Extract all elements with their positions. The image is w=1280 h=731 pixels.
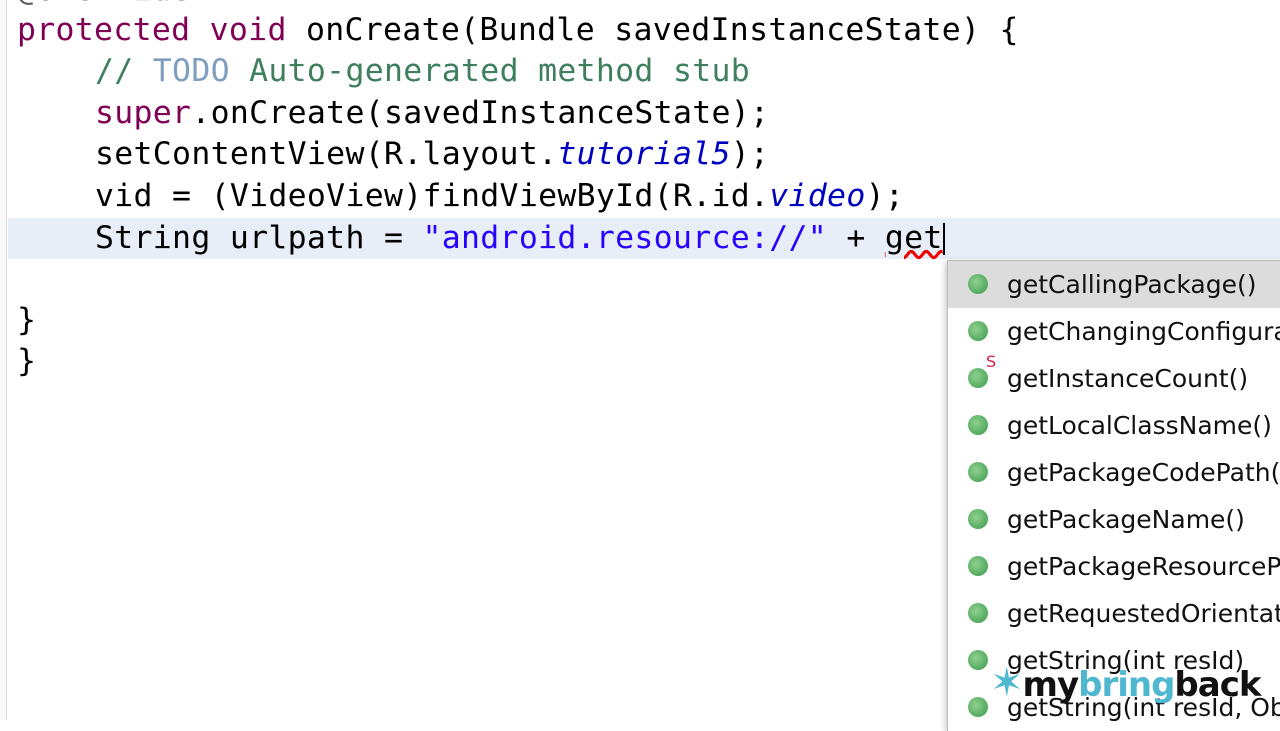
code-text: .onCreate(savedInstanceState);: [191, 95, 770, 131]
code-line-5: vid = (VideoView)findViewById(R.id.video…: [95, 176, 904, 217]
keyword: super: [95, 95, 192, 131]
code-text: );: [865, 178, 905, 214]
public-method-icon: [968, 368, 988, 388]
item-label: getChangingConfigurations(): [1007, 317, 1280, 346]
public-method-icon: [968, 462, 988, 482]
code-text: setContentView(R.layout.: [95, 136, 558, 172]
public-method-icon: [968, 697, 988, 717]
field-ref: video: [769, 178, 866, 214]
field-ref: tutorial5: [557, 136, 731, 172]
public-method-icon: [968, 415, 988, 435]
autocomplete-item[interactable]: getCallingPackage(): [948, 261, 1280, 308]
code-line-4: setContentView(R.layout.tutorial5);: [95, 134, 769, 175]
item-label: getPackageCodePath(): [1007, 458, 1280, 487]
public-method-icon: [968, 603, 988, 623]
comment: Auto-generated method stub: [229, 53, 751, 89]
code-line-2: // TODO Auto-generated method stub: [95, 51, 750, 92]
item-label: getRequestedOrientation(): [1007, 599, 1280, 628]
text-caret: [942, 223, 945, 255]
code-line-1: protected void onCreate(Bundle savedInst…: [17, 10, 1019, 51]
logo-text: bring: [1078, 665, 1175, 705]
code-line-3: super.onCreate(savedInstanceState);: [95, 93, 769, 134]
todo-tag: TODO: [152, 53, 230, 89]
code-line-8: }: [17, 343, 37, 379]
autocomplete-item[interactable]: getPackageResourcePath(): [948, 543, 1280, 590]
item-label: getCallingPackage(): [1007, 270, 1257, 299]
keyword: protected: [17, 12, 191, 48]
logo-text: my: [1022, 665, 1080, 705]
star-logo-icon: ✶: [990, 660, 1024, 706]
static-marker-icon: S: [986, 352, 997, 371]
item-label: getLocalClassName(): [1007, 411, 1272, 440]
watermark-logo: ✶mybringback: [990, 660, 1261, 706]
string-literal: "android.resource://": [422, 220, 828, 256]
code-text: onCreate(Bundle savedInstanceState) {: [286, 12, 1019, 48]
typed-text: get: [884, 220, 943, 256]
autocomplete-item[interactable]: getRequestedOrientation(): [948, 590, 1280, 637]
logo-text: back: [1174, 665, 1261, 705]
code-text: String urlpath =: [95, 220, 423, 256]
comment: //: [95, 53, 153, 89]
autocomplete-item[interactable]: getPackageName(): [948, 496, 1280, 543]
item-label: getPackageResourcePath(): [1007, 552, 1280, 581]
public-method-icon: [968, 650, 988, 670]
item-label: getPackageName(): [1007, 505, 1245, 534]
code-line-6: String urlpath = "android.resource://" +…: [95, 218, 945, 259]
public-method-icon: [968, 321, 988, 341]
public-method-icon: [968, 509, 988, 529]
code-line-7: }: [17, 302, 37, 338]
code-text: +: [827, 220, 885, 256]
public-method-icon: [968, 556, 988, 576]
public-method-icon: [968, 274, 988, 294]
code-text: );: [730, 136, 770, 172]
autocomplete-item[interactable]: SgetInstanceCount(): [948, 352, 1280, 402]
autocomplete-item[interactable]: getLocalClassName(): [948, 402, 1280, 449]
editor-gutter: [0, 0, 7, 720]
autocomplete-item[interactable]: getPackageCodePath(): [948, 449, 1280, 496]
keyword: void: [209, 12, 287, 48]
item-label: getInstanceCount(): [1007, 364, 1249, 393]
code-text: vid = (VideoView)findViewById(R.id.: [95, 178, 770, 214]
autocomplete-item[interactable]: getChangingConfigurations(): [948, 308, 1280, 355]
